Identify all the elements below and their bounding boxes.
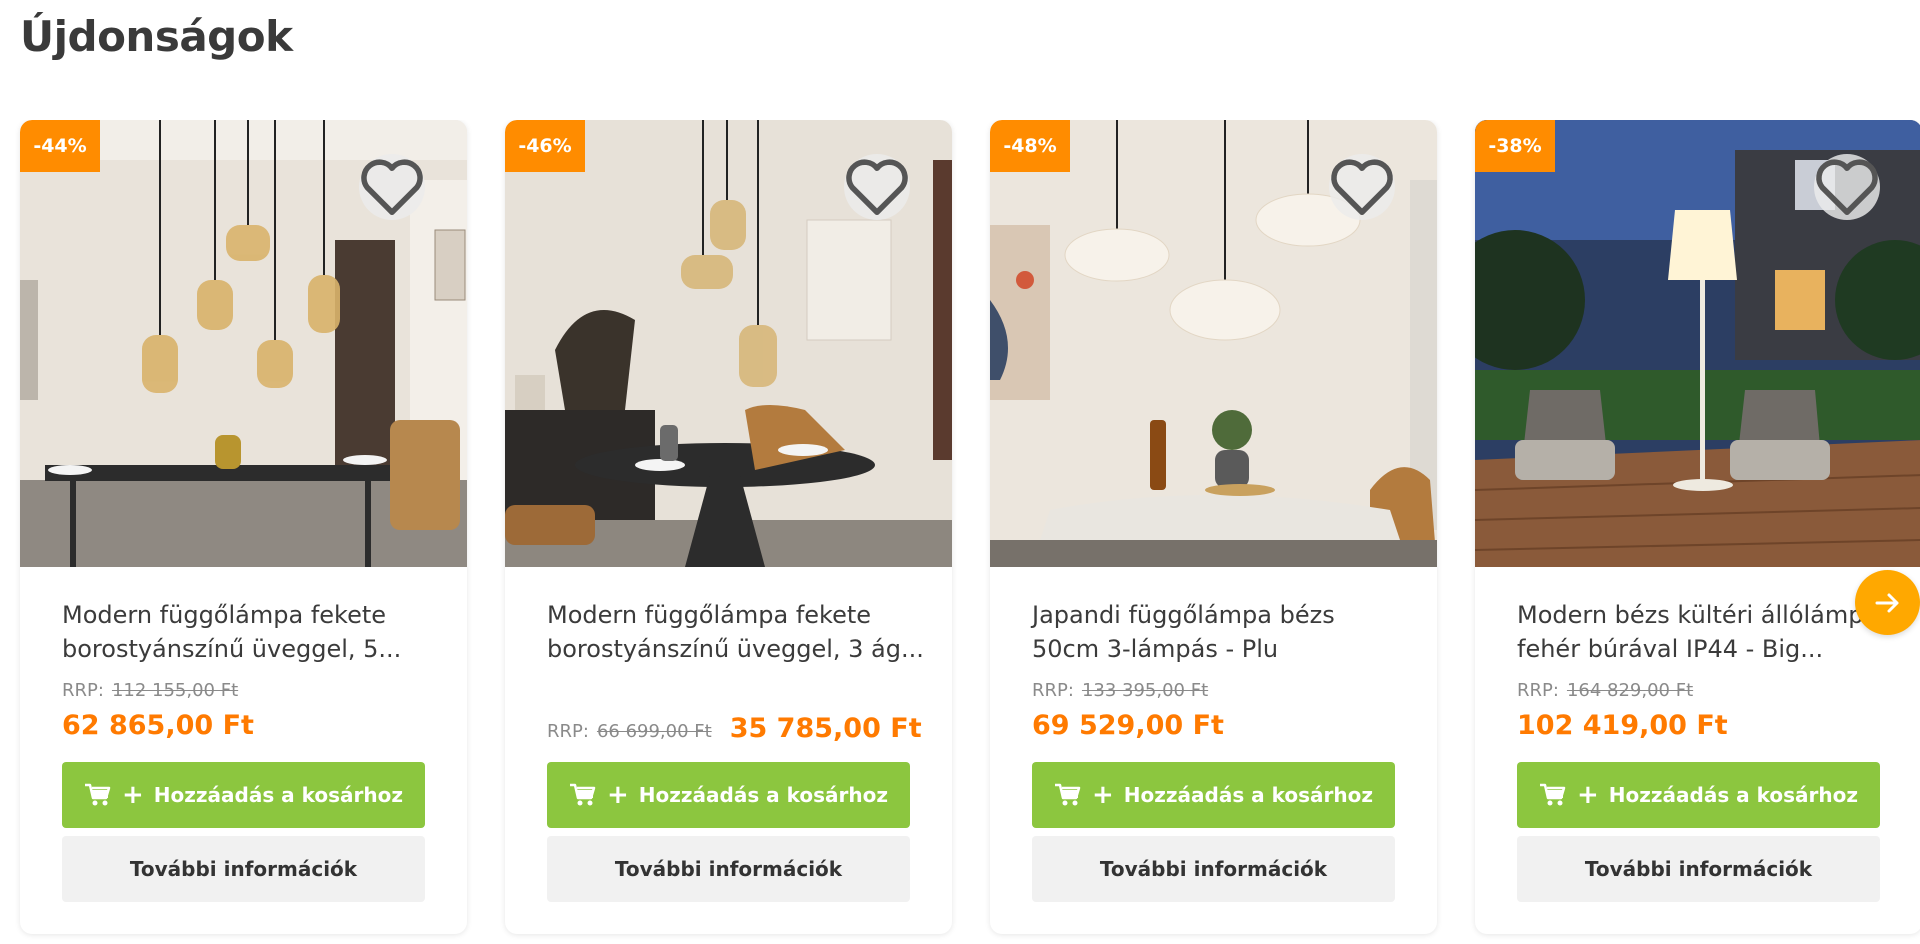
plus-icon: + (1576, 780, 1599, 810)
product-card: -44% Modern függőlámpa fekete borostyáns… (20, 120, 467, 934)
sale-price: 62 865,00 Ft (62, 710, 254, 741)
cart-icon (1539, 783, 1566, 806)
rrp-row: RRP: 112 155,00 Ft (62, 680, 238, 701)
wishlist-button[interactable] (359, 154, 425, 220)
rrp-price: 133 395,00 Ft (1081, 680, 1209, 701)
section-title: Újdonságok (20, 12, 293, 61)
product-name[interactable]: Modern függőlámpa fekete borostyánszínű … (547, 598, 927, 666)
cart-icon (84, 783, 111, 806)
sale-price: 102 419,00 Ft (1517, 710, 1728, 741)
discount-badge: -48% (990, 120, 1070, 172)
rrp-label: RRP: (1517, 680, 1559, 701)
discount-badge: -38% (1475, 120, 1555, 172)
rrp-row: RRP: 164 829,00 Ft (1517, 680, 1693, 701)
product-name[interactable]: Modern függőlámpa fekete borostyánszínű … (62, 598, 442, 666)
product-card: -46% Modern függőlámpa fekete borostyáns… (505, 120, 952, 934)
cart-icon (1054, 783, 1081, 806)
heart-icon (361, 158, 423, 215)
more-info-button[interactable]: További információk (547, 836, 910, 902)
product-card: -48% Japandi függőlámpa bézs 50cm 3-lámp… (990, 120, 1437, 934)
more-info-button[interactable]: További információk (1517, 836, 1880, 902)
add-to-cart-label: Hozzáadás a kosárhoz (1123, 783, 1374, 807)
wishlist-button[interactable] (1329, 154, 1395, 220)
product-image[interactable]: -46% (505, 120, 952, 567)
discount-badge: -44% (20, 120, 100, 172)
add-to-cart-button[interactable]: + Hozzáadás a kosárhoz (1517, 762, 1880, 828)
discount-badge: -46% (505, 120, 585, 172)
product-image[interactable]: -38% (1475, 120, 1920, 567)
sale-price: 35 785,00 Ft (729, 713, 922, 744)
add-to-cart-label: Hozzáadás a kosárhoz (638, 783, 889, 807)
carousel-next-button[interactable] (1855, 570, 1920, 635)
heart-icon (846, 158, 908, 215)
add-to-cart-label: Hozzáadás a kosárhoz (153, 783, 404, 807)
rrp-row: RRP: 133 395,00 Ft (1032, 680, 1208, 701)
wishlist-button[interactable] (1814, 154, 1880, 220)
wishlist-button[interactable] (844, 154, 910, 220)
add-to-cart-button[interactable]: + Hozzáadás a kosárhoz (1032, 762, 1395, 828)
product-image[interactable]: -44% (20, 120, 467, 567)
heart-icon (1331, 158, 1393, 215)
rrp-price: 164 829,00 Ft (1566, 680, 1694, 701)
more-info-button[interactable]: További információk (62, 836, 425, 902)
heart-icon (1816, 158, 1878, 215)
add-to-cart-button[interactable]: + Hozzáadás a kosárhoz (547, 762, 910, 828)
more-info-button[interactable]: További információk (1032, 836, 1395, 902)
plus-icon: + (121, 780, 144, 810)
rrp-label: RRP: (1032, 680, 1074, 701)
arrow-right-icon (1875, 593, 1898, 612)
price-row: RRP: 66 699,00 Ft 35 785,00 Ft (547, 713, 922, 744)
plus-icon: + (1091, 780, 1114, 810)
product-name[interactable]: Japandi függőlámpa bézs 50cm 3-lámpás - … (1032, 598, 1412, 666)
add-to-cart-label: Hozzáadás a kosárhoz (1608, 783, 1859, 807)
cart-icon (569, 783, 596, 806)
sale-price: 69 529,00 Ft (1032, 710, 1224, 741)
product-image[interactable]: -48% (990, 120, 1437, 567)
product-card: -38% Modern bézs kültéri állólámpa fehér… (1475, 120, 1920, 934)
plus-icon: + (606, 780, 629, 810)
product-name[interactable]: Modern bézs kültéri állólámpa fehér búrá… (1517, 598, 1897, 666)
rrp-price: 66 699,00 Ft (596, 721, 712, 742)
rrp-price: 112 155,00 Ft (111, 680, 239, 701)
rrp-label: RRP: (547, 721, 589, 742)
rrp-label: RRP: (62, 680, 104, 701)
product-carousel: -44% Modern függőlámpa fekete borostyáns… (0, 120, 1920, 940)
add-to-cart-button[interactable]: + Hozzáadás a kosárhoz (62, 762, 425, 828)
